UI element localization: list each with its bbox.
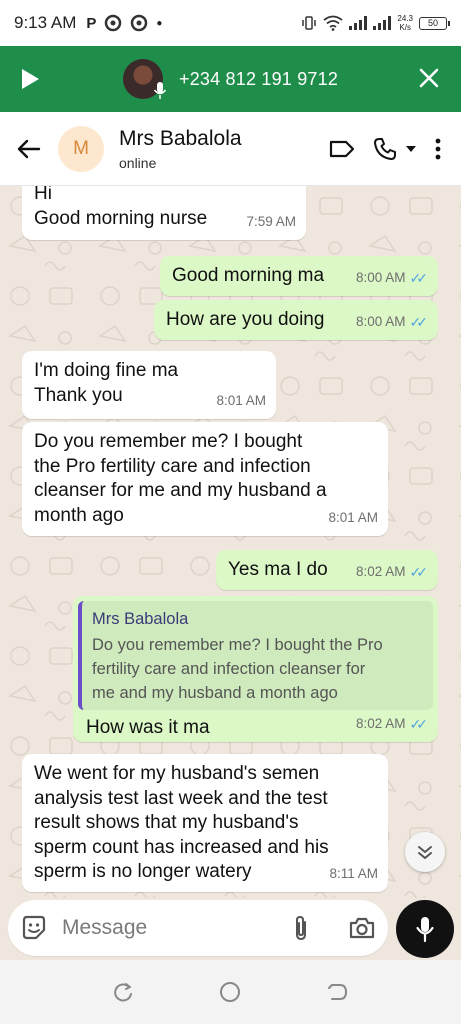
- message-time: 8:00 AM ✓✓: [356, 310, 428, 335]
- mic-icon: [153, 82, 167, 99]
- double-check-read-icon: ✓✓: [409, 269, 429, 286]
- quoted-line: fertility care and infection cleanser fo…: [92, 659, 366, 678]
- message-incoming[interactable]: We went for my husband's semen analysis …: [22, 754, 388, 892]
- status-app-icons: P ●: [86, 14, 162, 32]
- status-bar: 9:13 AM P ● 24.3 K/s 50: [0, 0, 461, 46]
- more-notifications-dot-icon: ●: [156, 17, 163, 29]
- camera-icon[interactable]: [348, 916, 376, 940]
- caller-number: +234 812 191 9712: [179, 68, 339, 89]
- message-time: 8:02 AM ✓✓: [356, 560, 428, 585]
- message-time: 8:01 AM: [216, 392, 266, 408]
- message-outgoing[interactable]: How are you doing 8:00 AM ✓✓: [154, 300, 438, 340]
- caret-down-icon[interactable]: [405, 145, 417, 153]
- status-right: 24.3 K/s 50: [301, 14, 450, 32]
- scroll-to-bottom-button[interactable]: [405, 832, 445, 872]
- header-actions: [329, 137, 441, 161]
- message-incoming[interactable]: I'm doing fine ma Thank you 8:01 AM: [22, 351, 276, 419]
- vibrate-icon: [302, 16, 317, 30]
- double-check-read-icon: ✓✓: [409, 563, 429, 580]
- message-line: month ago: [34, 504, 124, 526]
- microphone-icon: [416, 917, 434, 943]
- net-speed: 24.3 K/s: [397, 14, 413, 32]
- message-time: 8:02 AM ✓✓: [356, 712, 428, 737]
- message-time: 8:11 AM: [329, 865, 378, 881]
- message-list[interactable]: Hi Good morning nurse 7:59 AM Good morni…: [0, 186, 461, 898]
- message-line: I'm doing fine ma: [34, 360, 179, 381]
- message-line: cleanser for me and my husband a: [34, 480, 327, 501]
- message-line: result shows that my husband's: [34, 812, 299, 833]
- double-chevron-down-icon: [418, 846, 432, 859]
- quoted-message[interactable]: Mrs Babalola Do you remember me? I bough…: [78, 601, 433, 710]
- signal-icon-2: [373, 16, 392, 30]
- chat-header: M Mrs Babalola online: [0, 112, 461, 186]
- message-outgoing-reply[interactable]: Mrs Babalola Do you remember me? I bough…: [73, 596, 438, 742]
- signal-icon: [349, 16, 368, 30]
- message-incoming[interactable]: Hi Good morning nurse 7:59 AM: [22, 186, 306, 240]
- contact-name[interactable]: Mrs Babalola: [119, 127, 242, 151]
- message-line: sperm count has increased and his: [34, 836, 329, 858]
- double-check-read-icon: ✓✓: [409, 313, 429, 330]
- home-icon[interactable]: [218, 980, 242, 1004]
- more-vert-icon[interactable]: [435, 138, 441, 160]
- message-line: We went for my husband's semen: [34, 763, 320, 784]
- contact-status: online: [119, 154, 157, 171]
- contact-info[interactable]: Mrs Babalola online: [119, 127, 242, 171]
- message-line: Do you remember me? I bought: [34, 431, 303, 452]
- message-time: 8:01 AM: [328, 509, 378, 525]
- composer: [0, 898, 461, 960]
- quoted-line: me and my husband a month ago: [92, 683, 338, 702]
- input-actions: [292, 914, 376, 942]
- message-input[interactable]: [62, 916, 262, 940]
- app-notification-icon-2: [131, 14, 148, 32]
- recents-icon[interactable]: [112, 981, 134, 1003]
- message-incoming[interactable]: Do you remember me? I bought the Pro fer…: [22, 422, 388, 536]
- call-menu[interactable]: [373, 137, 417, 161]
- message-line: the Pro fertility care and infection: [34, 455, 311, 477]
- back-nav-icon[interactable]: [327, 981, 349, 1003]
- message-line: analysis test last week and the test: [34, 787, 328, 809]
- wifi-icon: [323, 15, 343, 31]
- battery-icon: 50: [419, 16, 450, 30]
- app-notification-icon: [105, 14, 122, 32]
- app-p-icon: P: [86, 14, 97, 32]
- message-time: 7:59 AM: [246, 213, 296, 229]
- label-tag-icon[interactable]: [329, 139, 355, 159]
- double-check-read-icon: ✓✓: [409, 715, 429, 732]
- caller-avatar: [123, 59, 167, 99]
- voice-message-button[interactable]: [396, 900, 454, 958]
- back-arrow-icon[interactable]: [0, 139, 58, 159]
- message-outgoing[interactable]: Yes ma I do 8:02 AM ✓✓: [216, 550, 438, 590]
- message-time: 8:00 AM ✓✓: [356, 266, 428, 291]
- message-outgoing[interactable]: Good morning ma 8:00 AM ✓✓: [160, 256, 438, 296]
- play-icon[interactable]: [0, 67, 60, 91]
- attach-paperclip-icon[interactable]: [292, 914, 310, 942]
- quoted-line: Do you remember me? I bought the Pro: [92, 635, 383, 654]
- ongoing-call-bar[interactable]: +234 812 191 9712: [0, 46, 461, 112]
- phone-icon[interactable]: [373, 137, 397, 161]
- close-icon[interactable]: [419, 64, 439, 94]
- quoted-sender: Mrs Babalola: [92, 610, 189, 628]
- message-line: sperm is no longer watery: [34, 861, 252, 882]
- contact-avatar[interactable]: M: [58, 125, 104, 172]
- sticker-emoji-icon[interactable]: [20, 914, 48, 942]
- status-time: 9:13 AM: [14, 13, 77, 32]
- message-line: Hi: [34, 186, 52, 204]
- system-nav-bar: [0, 960, 461, 1024]
- message-input-box[interactable]: [8, 900, 388, 956]
